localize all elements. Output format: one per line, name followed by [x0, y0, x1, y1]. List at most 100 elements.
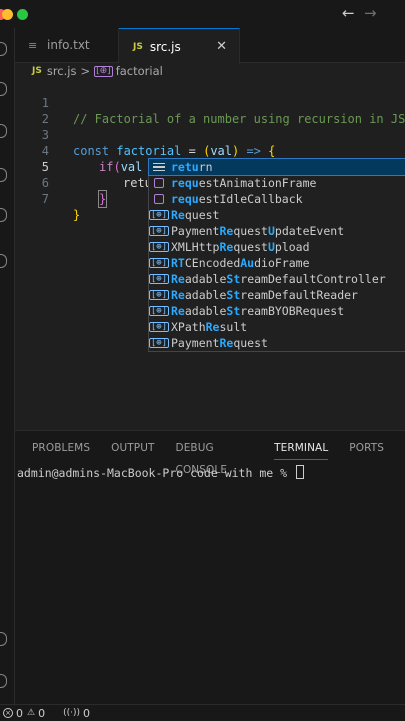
- suggestion-item[interactable]: re qu estIdleCallback: [149, 191, 405, 207]
- warning-count: 0: [38, 706, 46, 720]
- code-line: 1 // Factorial of a number using recursi…: [15, 79, 405, 126]
- suggestion-match: Re: [205, 320, 220, 334]
- activity-bar: [0, 28, 15, 708]
- suggestion-rest: sult: [219, 320, 248, 334]
- suggestion-item[interactable]: [⊕] Re quest: [148, 207, 405, 223]
- brace-close: }: [73, 208, 81, 222]
- method-cube-icon: [152, 176, 166, 190]
- js-file-icon: JS: [133, 41, 143, 52]
- panel-tabs: PROBLEMS OUTPUT DEBUG CONSOLE TERMINAL P…: [32, 437, 405, 476]
- close-tab-icon[interactable]: ✕: [216, 39, 227, 54]
- extensions-icon[interactable]: [0, 208, 7, 222]
- title-bar: ← →: [0, 0, 405, 28]
- suggestion-item[interactable]: [⊕] XMLHttp Re quest Upload: [148, 239, 405, 255]
- warning-icon: ⚠: [27, 708, 36, 718]
- suggestion-item[interactable]: [⊕] Re adable St reamDefaultController: [148, 271, 405, 287]
- suggestion-match: Re: [171, 208, 185, 222]
- run-debug-icon[interactable]: [0, 168, 7, 182]
- brace-close: }: [97, 190, 108, 208]
- suggestion-rest: pdateEvent: [274, 224, 345, 238]
- suggestion-item[interactable]: [⊕] Payment Re quest: [148, 335, 405, 351]
- suggestion-rest: adable: [184, 272, 227, 286]
- minimize-window-button[interactable]: [2, 9, 13, 20]
- tab-debug-console[interactable]: DEBUG CONSOLE: [176, 437, 254, 476]
- breadcrumb-file[interactable]: src.js: [47, 64, 77, 78]
- remote-explorer-icon[interactable]: [0, 254, 7, 268]
- suggestion-match: St: [226, 304, 241, 318]
- suggestion-item[interactable]: re qu estAnimationFrame: [149, 175, 405, 191]
- suggestion-item[interactable]: [⊕] Payment Re quest UpdateEvent: [148, 223, 405, 239]
- suggestion-match: qu: [184, 176, 199, 190]
- suggestion-item[interactable]: [⊕] RT CEncoded Au dioFrame: [148, 255, 405, 271]
- suggestion-rest: quest: [184, 208, 220, 222]
- tab-terminal[interactable]: TERMINAL: [274, 437, 329, 460]
- suggestion-prefix: Payment: [171, 336, 220, 350]
- error-count: 0: [16, 706, 23, 720]
- tab-ports[interactable]: PORTS: [349, 437, 384, 459]
- suggestion-match: U: [267, 224, 275, 238]
- terminal-prompt: admin@admins-MacBook-Pro code with me %: [17, 466, 294, 480]
- suggest-widget[interactable]: retu rn re qu estAnimationFrame re qu estIdle…: [148, 158, 405, 352]
- ports-status[interactable]: ((·)) 0: [63, 707, 90, 720]
- suggestion-item[interactable]: [⊕] Re adable St reamDefaultReader: [148, 287, 405, 303]
- suggestion-match: Re: [171, 288, 185, 302]
- variable-icon: [⊕]: [148, 290, 170, 300]
- code-line: 4 if(val === 0){: [15, 127, 405, 175]
- file-lines-icon: ≡: [28, 38, 38, 52]
- source-control-icon[interactable]: [0, 124, 7, 138]
- suggestion-item[interactable]: [⊕] Re adable St reamBYOBRequest: [148, 303, 405, 319]
- account-icon[interactable]: [0, 632, 7, 646]
- suggestion-rest: adable: [184, 288, 227, 302]
- search-icon[interactable]: [0, 82, 7, 96]
- line-number: 7: [41, 192, 49, 206]
- suggestion-rest: reamDefaultController: [240, 272, 386, 286]
- breadcrumb-symbol[interactable]: factorial: [116, 64, 163, 78]
- suggestion-match: RT: [171, 256, 185, 270]
- explorer-icon[interactable]: [0, 42, 7, 56]
- suggestion-match: St: [226, 272, 241, 286]
- tab-output[interactable]: OUTPUT: [111, 437, 154, 459]
- variable-icon: [⊕]: [148, 274, 170, 284]
- suggestion-rest: rn: [198, 160, 213, 174]
- variable-icon: [⊕]: [148, 338, 170, 348]
- problems-status[interactable]: × 0 ⚠ 0: [3, 707, 45, 720]
- editor-tab-bar: ≡ info.txt JS src.js ✕: [15, 28, 405, 64]
- status-bar: × 0 ⚠ 0 ((·)) 0: [0, 704, 405, 721]
- maximize-window-button[interactable]: [17, 9, 28, 20]
- suggestion-rest: reamBYOBRequest: [240, 304, 345, 318]
- suggestion-match: Re: [219, 224, 234, 238]
- code-line: 3 const factorial = (val) => {: [15, 111, 405, 158]
- suggestion-prefix: Payment: [171, 224, 220, 238]
- variable-icon: [⊕]: [148, 258, 170, 268]
- variable-icon: [⊕]: [148, 210, 170, 220]
- terminal-cursor: [295, 465, 304, 479]
- suggestion-return[interactable]: retu rn: [148, 158, 405, 176]
- suggestion-prefix: XPath: [171, 320, 206, 334]
- manage-gear-icon[interactable]: [0, 674, 7, 688]
- forward-arrow-icon[interactable]: →: [364, 4, 377, 22]
- tab-problems[interactable]: PROBLEMS: [32, 437, 90, 459]
- suggestion-match: re: [171, 176, 185, 190]
- suggestion-match: qu: [184, 192, 199, 206]
- breadcrumb: JS src.js > [⊕] factorial: [32, 63, 163, 79]
- code-line: 2: [15, 95, 405, 126]
- tab-src-js[interactable]: JS src.js ✕: [119, 28, 240, 64]
- suggestion-rest: quest: [233, 336, 268, 350]
- tab-label: src.js: [149, 39, 181, 54]
- suggestion-prefix: XMLHttp: [171, 240, 220, 254]
- suggestion-item[interactable]: [⊕] XPath Re sult: [148, 319, 405, 335]
- suggestion-match: Au: [240, 256, 255, 270]
- terminal-prompt-line[interactable]: admin@admins-MacBook-Pro code with me %: [17, 465, 304, 480]
- variable-icon: [⊕]: [148, 322, 170, 332]
- error-icon: ×: [3, 708, 13, 718]
- suggestion-rest: reamDefaultReader: [240, 288, 358, 302]
- suggestion-match: Re: [219, 240, 234, 254]
- tab-info-txt[interactable]: ≡ info.txt: [15, 28, 119, 62]
- suggestion-match: Re: [219, 336, 234, 350]
- suggestion-rest: CEncoded: [184, 256, 241, 270]
- breadcrumb-separator: >: [80, 64, 91, 78]
- back-arrow-icon[interactable]: ←: [342, 4, 355, 22]
- code-line-active: 5 retu: [15, 143, 405, 190]
- suggestion-match: Re: [171, 272, 185, 286]
- js-file-icon: JS: [32, 66, 42, 76]
